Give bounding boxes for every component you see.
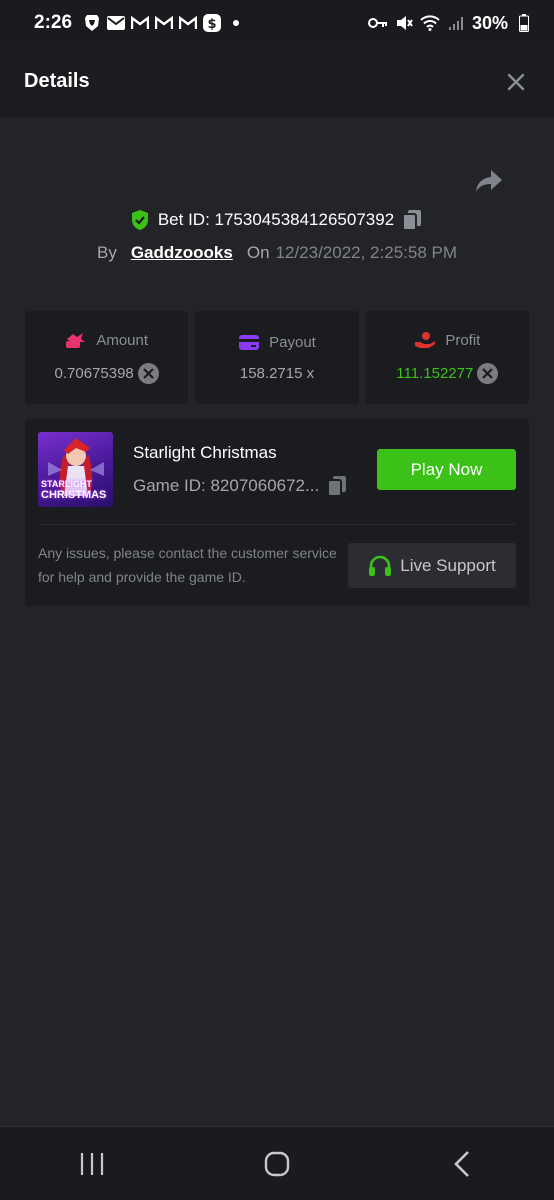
- by-label: By: [96, 243, 117, 262]
- stat-payout: Payout 158.2715 x: [195, 311, 359, 404]
- battery-icon: [514, 13, 534, 33]
- profit-hand-icon: [415, 332, 436, 348]
- share-icon: [476, 170, 502, 192]
- bet-author-row: By Gaddzoooks On 12/23/2022, 2:25:58 PM: [0, 238, 554, 268]
- close-button[interactable]: [502, 68, 530, 96]
- system-icons: 30%: [367, 12, 534, 34]
- copy-icon: [327, 476, 347, 497]
- key-icon: [367, 13, 388, 33]
- bet-id-row: Bet ID: 1753045384126507392: [0, 205, 554, 235]
- thumbnail-title: STARLIGHT CHRISTMAS: [41, 479, 107, 501]
- gmail-icon: [130, 13, 150, 33]
- copy-game-id-button[interactable]: [327, 475, 349, 497]
- stat-label: Profit: [445, 331, 481, 349]
- game-thumbnail[interactable]: STARLIGHT CHRISTMAS: [38, 432, 113, 507]
- play-now-button[interactable]: Play Now: [377, 449, 516, 490]
- live-support-button[interactable]: Live Support: [348, 543, 516, 588]
- close-icon: [507, 73, 525, 90]
- copy-icon: [402, 210, 422, 231]
- recent-apps-button[interactable]: [62, 1134, 122, 1194]
- cash-app-icon: $: [202, 13, 222, 33]
- home-icon: [264, 1151, 290, 1176]
- home-button[interactable]: [247, 1134, 307, 1194]
- live-support-label: Live Support: [400, 555, 496, 575]
- currency-icon: [137, 363, 159, 384]
- stat-value: 158.2715 x: [239, 364, 315, 382]
- svg-text:$: $: [208, 17, 217, 32]
- notification-icons: $: [82, 13, 246, 33]
- share-button[interactable]: [474, 168, 504, 196]
- wifi-icon: [420, 13, 440, 33]
- stat-amount: Amount 0.70675398: [25, 311, 189, 404]
- mail-icon: [106, 13, 126, 33]
- stat-label: Payout: [269, 333, 316, 351]
- headset-icon: [369, 555, 392, 576]
- amount-icon: [66, 333, 86, 348]
- gmail-icon: [154, 13, 174, 33]
- gmail-icon: [178, 13, 198, 33]
- stat-value: 0.70675398: [54, 365, 134, 382]
- currency-icon: [477, 363, 499, 384]
- card-icon: [239, 334, 260, 350]
- details-header: Details: [0, 46, 554, 117]
- back-button[interactable]: [432, 1134, 492, 1194]
- support-message: Any issues, please contact the customer …: [38, 545, 337, 585]
- stat-profit: Profit 111.152277: [365, 311, 529, 404]
- divider: [38, 524, 516, 525]
- dot-icon: [226, 13, 246, 33]
- page-title: Details: [24, 70, 90, 92]
- game-id-row: Game ID: 8207060672...: [133, 475, 349, 497]
- bet-date: 12/23/2022, 2:25:58 PM: [275, 243, 458, 262]
- username-link[interactable]: Gaddzoooks: [131, 243, 233, 263]
- stat-value: 111.152277: [396, 365, 474, 382]
- signal-icon: [446, 13, 466, 33]
- back-icon: [453, 1150, 469, 1177]
- game-name: Starlight Christmas: [133, 443, 277, 462]
- shield-check-icon: [131, 210, 148, 230]
- copy-bet-id-button[interactable]: [402, 209, 424, 231]
- mute-icon: [394, 13, 414, 33]
- status-time: 2:26: [34, 12, 73, 33]
- bet-id: Bet ID: 1753045384126507392: [157, 210, 395, 229]
- bet-stats: Amount 0.70675398 Payout 158.2715 x Prof…: [25, 311, 529, 404]
- on-label: On: [246, 243, 270, 262]
- recent-apps-icon: [81, 1152, 104, 1175]
- game-id: Game ID: 8207060672...: [133, 476, 320, 495]
- status-bar: 2:26 $ 30%: [0, 0, 554, 46]
- battery-percentage: 30%: [471, 12, 508, 33]
- system-nav-bar: [0, 1126, 554, 1200]
- brave-lion-icon: [82, 13, 102, 33]
- game-card: STARLIGHT CHRISTMAS Starlight Christmas …: [25, 419, 529, 606]
- stat-label: Amount: [96, 331, 149, 349]
